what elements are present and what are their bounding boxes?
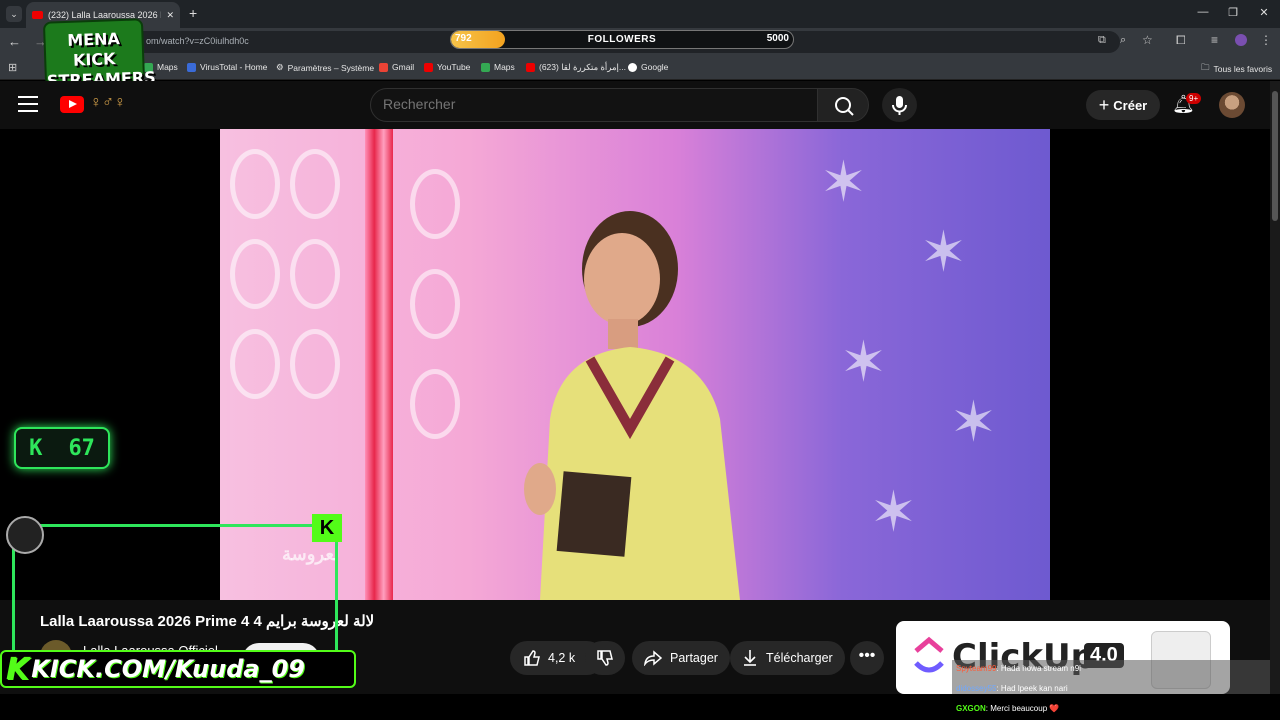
tab-title: (232) Lalla Laaroussa 2026 Prime <box>48 10 161 20</box>
chat-text: : Hada howa stream n9i <box>996 664 1081 673</box>
media-control-icon[interactable]: ≡ <box>1211 33 1218 47</box>
bookmark-youtube[interactable]: YouTube <box>424 62 470 72</box>
latest-chat-message: GXGON: Merci beaucoup ❤️ <box>956 704 1059 713</box>
account-avatar[interactable] <box>1219 92 1245 118</box>
share-button[interactable]: Partager <box>632 641 730 675</box>
share-label: Partager <box>670 651 718 665</box>
video-player[interactable]: ✶ ✶ ✶ ✶ ✶ ﻟﻌﺮﻭﺳﺔ <box>220 129 1050 600</box>
bookmark-google[interactable]: Google <box>628 62 668 72</box>
thumbs-down-icon <box>597 650 613 666</box>
scrollbar-thumb[interactable] <box>1272 91 1278 221</box>
all-bookmarks[interactable]: 🗀 Tous les favoris <box>1201 62 1272 76</box>
bookmark-star-icon[interactable]: ☆ <box>1142 33 1153 47</box>
like-count: 4,2 k <box>548 651 576 665</box>
bookmark-maps-2[interactable]: Maps <box>481 62 515 72</box>
youtube-icon <box>424 62 433 72</box>
chat-username: GXGON <box>956 704 986 713</box>
folder-icon: 🗀 <box>1201 62 1210 72</box>
kick-k-icon: K <box>6 651 30 687</box>
kick-logo-icon: K <box>312 514 342 542</box>
restore-button[interactable]: ❐ <box>1223 6 1243 19</box>
extensions-icon[interactable]: ⧠ <box>1176 33 1186 48</box>
bookmark-video[interactable]: (623) إمرأة متكررة لقا... <box>526 62 626 73</box>
clickup-logo-icon <box>914 636 944 673</box>
voice-search-button[interactable] <box>882 88 917 122</box>
gear-icon: ⚙ <box>276 62 284 72</box>
bookmark-virustotal[interactable]: VirusTotal - Home <box>187 62 267 72</box>
presenter-figure <box>524 211 740 600</box>
youtube-favicon-icon <box>32 11 43 19</box>
notification-badge: 9+ <box>1186 93 1202 104</box>
share-icon <box>644 650 662 666</box>
youtube-doodle-icon[interactable]: ♀♂♀ <box>90 94 126 112</box>
followers-label: FOLLOWERS <box>587 34 657 45</box>
gmail-icon <box>379 62 388 72</box>
create-button[interactable]: + Créer <box>1086 90 1160 120</box>
search-input[interactable] <box>383 96 803 112</box>
virustotal-icon <box>187 62 196 72</box>
mena-kick-streamers-logo: MENA KICK STREAMERS <box>42 18 156 91</box>
chat-text: : Had lpeek kan nari <box>996 684 1068 693</box>
kick-url: KICK.COM/Kuuda_09 <box>31 655 305 683</box>
viewer-count: 67 <box>68 435 95 461</box>
download-button[interactable]: Télécharger <box>730 641 845 675</box>
google-icon <box>628 62 637 72</box>
search-button[interactable] <box>817 88 869 122</box>
chat-message: Spyteam99: Hada howa stream n9i <box>956 664 1081 673</box>
chat-username: didossey55 <box>956 684 997 693</box>
url-text[interactable]: om/watch?v=zC0iulhdh0c <box>146 36 249 46</box>
create-label: Créer <box>1113 97 1148 113</box>
chat-text: : Merci beaucoup ❤️ <box>985 704 1060 713</box>
plus-icon: + <box>1098 94 1110 115</box>
stream-chat-overlay: Spyteam99: Hada howa stream n9i didossey… <box>952 660 1280 696</box>
kick-channel-url-banner: K KICK.COM/Kuuda_09 <box>0 650 356 688</box>
zoom-icon[interactable]: ⌕ <box>1120 34 1126 47</box>
search-box[interactable] <box>370 88 818 122</box>
close-window-button[interactable]: ✕ <box>1254 6 1274 19</box>
maps-icon <box>481 62 490 72</box>
bookmark-gmail[interactable]: Gmail <box>379 62 414 72</box>
chat-username: Spyteam99 <box>956 664 997 673</box>
microphone-icon <box>892 96 907 115</box>
new-tab-button[interactable]: + <box>189 5 197 21</box>
download-label: Télécharger <box>766 651 833 665</box>
profile-icon[interactable] <box>1235 34 1247 46</box>
kick-viewer-counter: K 67 <box>14 427 110 469</box>
page-scrollbar[interactable] <box>1270 81 1280 694</box>
download-icon <box>744 650 756 666</box>
followers-goal-bar: 792 FOLLOWERS 5000 <box>450 30 794 49</box>
red-stage-stripe <box>365 129 393 600</box>
kick-k-icon: K <box>29 435 43 461</box>
youtube-icon <box>526 63 535 72</box>
minimize-button[interactable]: — <box>1193 6 1213 18</box>
more-actions-icon[interactable]: ••• <box>850 641 884 675</box>
youtube-logo-icon[interactable] <box>60 96 84 113</box>
followers-goal: 5000 <box>766 33 789 44</box>
streamer-badge-icon <box>6 516 44 554</box>
menu-kebab-icon[interactable]: ⋮ <box>1260 33 1272 47</box>
install-app-icon[interactable]: ⧉ <box>1098 34 1106 47</box>
back-button[interactable]: ← <box>8 34 21 49</box>
webcam-frame <box>12 524 338 664</box>
bookmark-settings[interactable]: ⚙ Paramètres – Système <box>276 62 374 73</box>
tab-search-button[interactable]: ⌄ <box>6 6 22 22</box>
hamburger-menu-icon[interactable] <box>18 96 38 112</box>
bottom-black-bar <box>0 694 1280 720</box>
search-icon <box>835 97 854 116</box>
thumbs-up-icon <box>524 650 540 666</box>
close-tab-icon[interactable]: ✕ <box>166 10 174 21</box>
chat-message: didossey55: Had lpeek kan nari <box>956 684 1068 693</box>
dislike-button[interactable] <box>585 641 625 675</box>
apps-grid-icon[interactable]: ⊞ <box>8 61 17 74</box>
